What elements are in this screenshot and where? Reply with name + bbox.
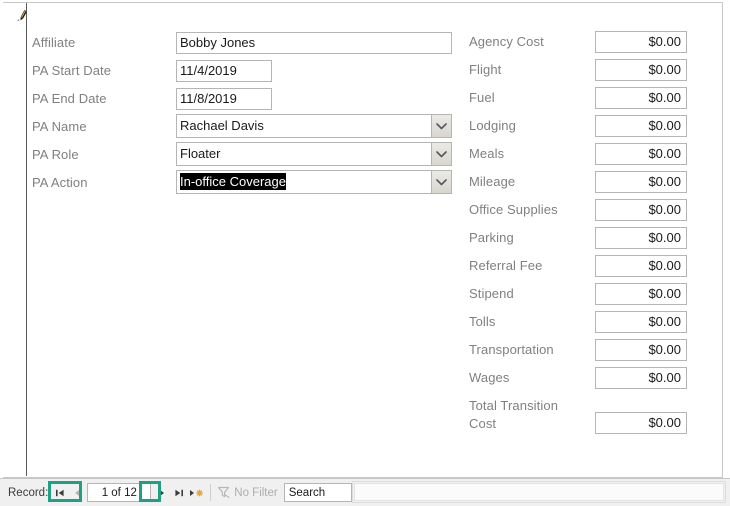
chevron-down-icon[interactable] — [431, 171, 451, 193]
label-affiliate: Affiliate — [32, 35, 76, 50]
combobox-pa-action-selected-text: In-office Coverage — [180, 173, 286, 190]
horizontal-scrollbar[interactable] — [352, 481, 726, 503]
first-record-icon — [55, 489, 64, 496]
input-stipend[interactable]: $0.00 — [595, 283, 687, 305]
input-transportation[interactable]: $0.00 — [595, 339, 687, 361]
label-transportation: Transportation — [469, 342, 554, 357]
label-total-transition-cost-line2: Cost — [469, 416, 497, 431]
input-office-supplies[interactable]: $0.00 — [595, 199, 687, 221]
chevron-down-icon[interactable] — [431, 143, 451, 165]
label-tolls: Tolls — [469, 314, 496, 329]
previous-record-button[interactable] — [68, 482, 85, 503]
combobox-pa-role[interactable]: Floater — [176, 142, 452, 166]
record-navigation-bar: Record: 1 of 12 No Filter Search — [0, 478, 730, 506]
chevron-down-icon[interactable] — [431, 115, 451, 137]
first-record-button[interactable] — [51, 482, 68, 503]
label-pa-action: PA Action — [32, 175, 88, 190]
input-referral-fee[interactable]: $0.00 — [595, 255, 687, 277]
label-pa-start-date: PA Start Date — [32, 63, 112, 78]
input-parking[interactable]: $0.00 — [595, 227, 687, 249]
label-office-supplies: Office Supplies — [469, 202, 558, 217]
input-fuel[interactable]: $0.00 — [595, 87, 687, 109]
label-stipend: Stipend — [469, 286, 514, 301]
label-meals: Meals — [469, 146, 505, 161]
input-agency-cost[interactable]: $0.00 — [595, 31, 687, 53]
label-agency-cost: Agency Cost — [469, 34, 544, 49]
combobox-pa-action[interactable]: In-office Coverage — [176, 170, 452, 194]
next-record-icon — [159, 489, 164, 496]
input-wages[interactable]: $0.00 — [595, 367, 687, 389]
last-record-icon — [175, 489, 183, 496]
input-pa-end-date[interactable]: 11/8/2019 — [176, 88, 272, 110]
search-input[interactable]: Search — [283, 483, 352, 502]
filter-status-label: No Filter — [234, 486, 278, 499]
label-wages: Wages — [469, 370, 510, 385]
record-position-indicator[interactable]: 1 of 12 — [87, 483, 152, 502]
label-pa-name: PA Name — [32, 119, 87, 134]
nav-separator — [210, 484, 212, 501]
label-pa-end-date: PA End Date — [32, 91, 107, 106]
combobox-pa-action-value: In-office Coverage — [180, 171, 429, 193]
new-record-icon — [190, 489, 204, 496]
next-record-button[interactable] — [153, 482, 170, 503]
input-meals[interactable]: $0.00 — [595, 143, 687, 165]
combobox-pa-role-value: Floater — [180, 146, 221, 161]
previous-record-icon — [74, 489, 79, 496]
label-mileage: Mileage — [469, 174, 516, 189]
horizontal-scrollbar-thumb[interactable] — [354, 483, 724, 501]
input-mileage[interactable]: $0.00 — [595, 171, 687, 193]
record-selector-strip[interactable] — [4, 3, 28, 476]
label-fuel: Fuel — [469, 90, 495, 105]
input-affiliate[interactable]: Bobby Jones — [176, 32, 452, 54]
input-flight[interactable]: $0.00 — [595, 59, 687, 81]
label-total-transition-cost-line1: Total Transition — [469, 398, 559, 413]
label-flight: Flight — [469, 62, 502, 77]
combobox-pa-name[interactable]: Rachael Davis — [176, 114, 452, 138]
label-parking: Parking — [469, 230, 514, 245]
label-pa-role: PA Role — [32, 147, 79, 162]
record-label: Record: — [8, 486, 49, 499]
form-detail-area: Affiliate Bobby Jones PA Start Date 11/4… — [28, 3, 726, 506]
label-referral-fee: Referral Fee — [469, 258, 543, 273]
label-lodging: Lodging — [469, 118, 516, 133]
input-lodging[interactable]: $0.00 — [595, 115, 687, 137]
input-pa-start-date[interactable]: 11/4/2019 — [176, 60, 272, 82]
last-record-button[interactable] — [170, 482, 187, 503]
filter-status[interactable]: No Filter — [215, 482, 283, 503]
access-form-window: Affiliate Bobby Jones PA Start Date 11/4… — [0, 0, 730, 506]
input-tolls[interactable]: $0.00 — [595, 311, 687, 333]
new-record-button[interactable] — [187, 482, 206, 503]
filter-funnel-icon — [218, 486, 230, 499]
input-total-transition-cost[interactable]: $0.00 — [595, 412, 687, 434]
combobox-pa-name-value: Rachael Davis — [180, 118, 264, 133]
